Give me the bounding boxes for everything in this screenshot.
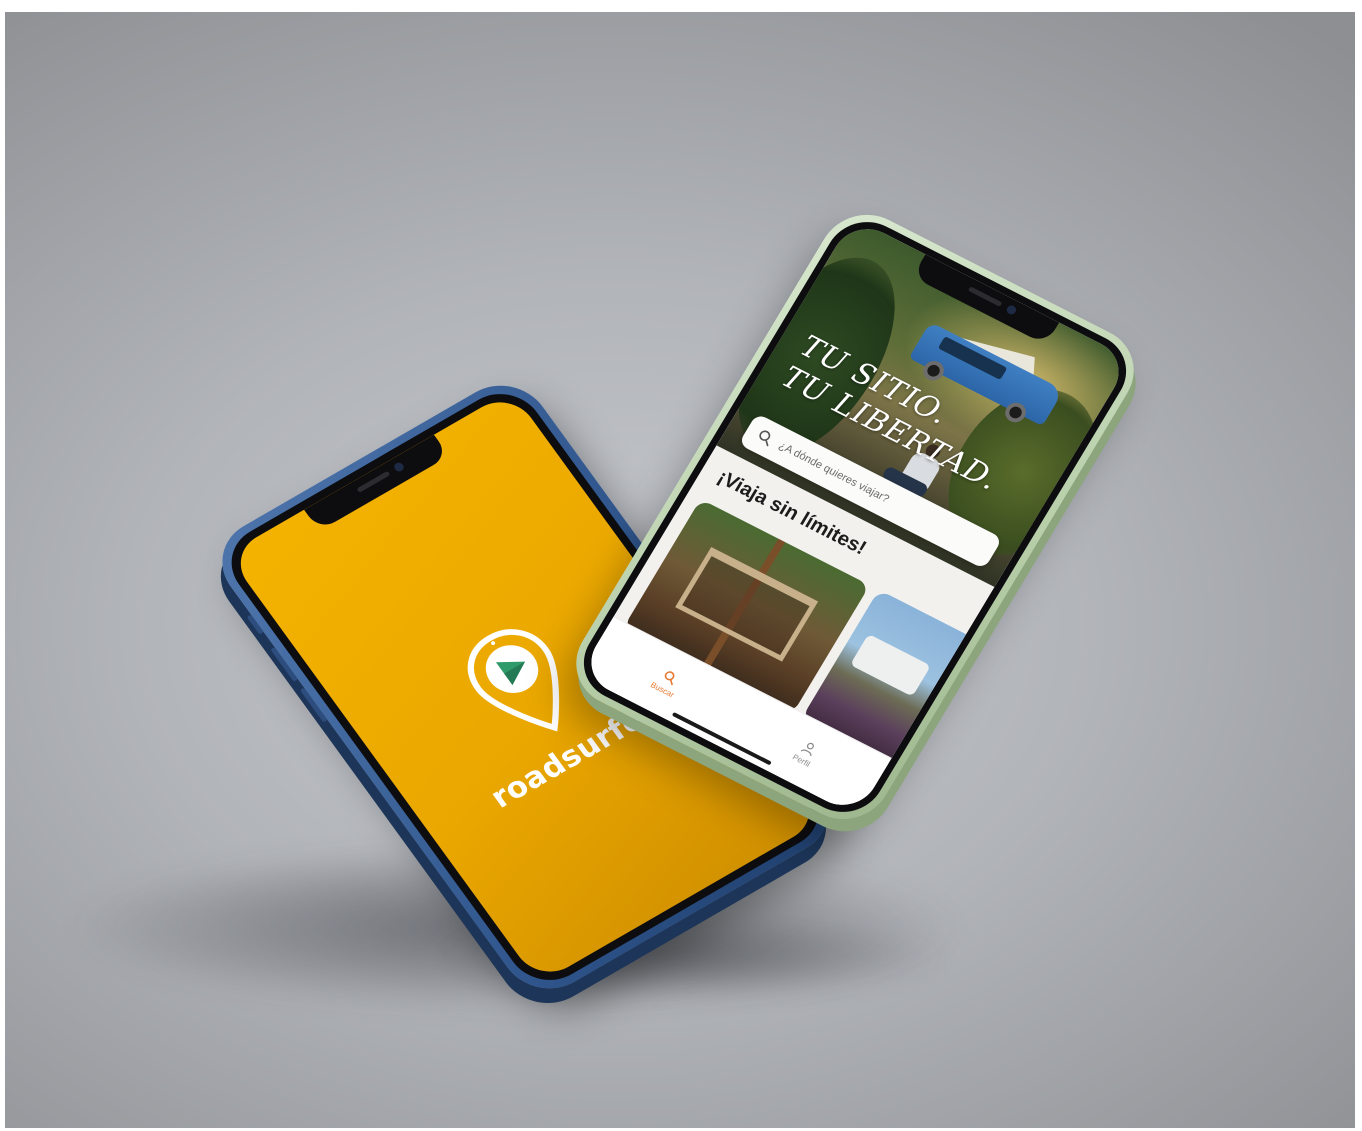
tab-buscar[interactable]: Buscar — [649, 665, 685, 699]
front-camera — [1005, 304, 1018, 316]
treehouse-image — [675, 547, 819, 662]
tab-perfil[interactable]: Perfil — [791, 738, 821, 768]
search-icon — [664, 670, 675, 685]
front-camera — [392, 461, 406, 473]
user-icon — [800, 742, 814, 756]
mockup-scene: roadsurfer TU SITIO. TU LIBERTAD. ¿A dón… — [5, 12, 1355, 1128]
search-icon — [759, 430, 771, 447]
motorhome-image — [849, 633, 931, 697]
